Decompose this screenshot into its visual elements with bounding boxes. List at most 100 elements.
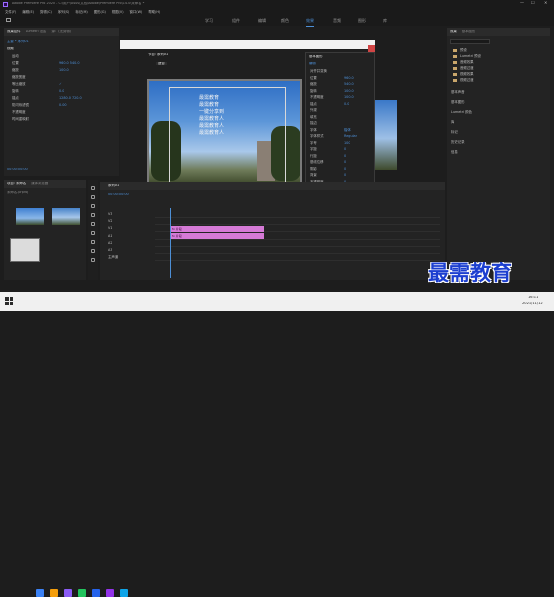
taskbar-app-icon[interactable] [50,589,58,597]
taskbar-app-icon[interactable] [64,589,72,597]
side-panel-item[interactable]: Lumetri 颜色 [451,110,472,115]
eg-row-value[interactable]: 0 [344,167,346,172]
tool-icon[interactable] [91,240,95,244]
menu-item[interactable]: 窗口(W) [130,9,143,14]
effect-row-label: 运动 [12,54,19,58]
effects-tree-item[interactable]: 音频过渡 [460,66,474,71]
media-thumb-2[interactable] [52,208,80,225]
effects-tree-item[interactable]: 音频效果 [460,60,474,65]
tool-icon[interactable] [91,213,95,217]
eg-tab[interactable]: 编辑 [309,62,316,65]
side-panel-item[interactable]: 库 [451,120,454,125]
eg-row-value[interactable]: Regular [344,134,357,139]
media-thumb-3[interactable] [10,238,40,262]
menu-item[interactable]: 标记(M) [75,9,87,14]
eg-close-button[interactable] [368,45,375,52]
taskbar-app-icon[interactable] [92,589,100,597]
effect-row-value[interactable]: 1280.0 720.0 [59,96,82,101]
effect-row-label: 等比缩放 [12,82,26,86]
eg-row-value[interactable]: 0 [344,173,346,178]
eg-row-value[interactable]: 100.0 [344,95,354,100]
playhead[interactable] [170,208,171,278]
panel-tab[interactable]: 效果 [450,30,457,33]
fit-dropdown[interactable]: 适合 [156,62,167,66]
tool-icon[interactable] [91,195,95,199]
close-icon[interactable]: ✕ [544,1,547,5]
workspace-tab[interactable]: 效果 [306,15,314,27]
workspace-tab[interactable]: 音频 [333,15,341,26]
panel-tab[interactable]: Lumetri 范围 [26,30,47,33]
effects-tree-item[interactable]: 视频过渡 [460,78,474,83]
workspace-tab[interactable]: 图形 [358,15,366,26]
side-panel-item[interactable]: 基本声音 [451,90,465,95]
track-header[interactable]: V1 [108,226,112,231]
clip-v1[interactable]: fx 片段 [170,233,264,239]
side-panel-item[interactable]: 标记 [451,130,458,135]
workspace-tab[interactable]: 编辑 [258,15,266,26]
eg-row-label: 阴影 [310,166,317,171]
eg-row-value[interactable]: 960.0 [344,76,354,81]
eg-row-value[interactable]: 100 [344,141,350,146]
menu-bar: 文件(F) 编辑(E) 剪辑(C) 序列(S) 标记(M) 图形(G) 视图(V) 窗口(W)… [0,8,554,15]
eg-row-value[interactable]: 0.0 [344,102,349,107]
panel-tab[interactable]: 效果控件 [7,30,21,33]
effect-row-value[interactable]: 0.00 [59,103,67,108]
workspace-tab[interactable]: 颜色 [281,15,289,26]
track-header[interactable]: A3 [108,248,112,253]
panel-tab[interactable]: 基本图形 [462,30,476,33]
media-thumb-1[interactable] [16,208,44,225]
workspace-tab[interactable]: 库 [383,15,387,26]
eg-row-value[interactable]: 0 [344,147,346,152]
folder-icon [453,55,457,58]
eg-row-value[interactable]: 0 [344,160,346,165]
effect-row-value[interactable]: 100.0 [59,68,69,73]
side-panel-item[interactable]: 基本图形 [451,100,465,105]
menu-item[interactable]: 剪辑(C) [40,9,52,14]
panel-tab[interactable]: 媒体浏览器 [31,182,48,185]
taskbar-app-icon[interactable] [106,589,114,597]
home-icon[interactable] [6,18,11,22]
side-panel-item[interactable]: 信息 [451,150,458,155]
panel-tab[interactable]: 项目: 未命名 [7,182,26,185]
tool-icon[interactable] [91,222,95,226]
effects-tree-item[interactable]: 预设 [460,48,467,53]
track-header[interactable]: V3 [108,212,112,217]
track-header[interactable]: 主声道 [108,255,118,260]
tool-icon[interactable] [91,258,95,262]
clip-v2[interactable]: fx 片段 [170,226,264,232]
eg-row-value[interactable]: 100.0 [344,89,354,94]
menu-item[interactable]: 帮助(H) [148,9,160,14]
eg-row-value[interactable]: 0 [344,154,346,159]
tool-icon[interactable] [91,249,95,253]
taskbar-app-icon[interactable] [78,589,86,597]
taskbar-app-icon[interactable] [120,589,128,597]
taskbar-app-icon[interactable] [36,589,44,597]
track-header[interactable]: A1 [108,234,112,239]
windows-start-icon[interactable] [5,297,13,305]
tool-icon[interactable] [91,231,95,235]
side-panel-item[interactable]: 历史记录 [451,140,465,145]
minimize-icon[interactable]: — [520,1,524,5]
effects-tree-item[interactable]: 视频效果 [460,72,474,77]
track-header[interactable]: A2 [108,241,112,246]
maximize-icon[interactable]: ☐ [531,1,535,5]
menu-item[interactable]: 文件(F) [5,9,16,14]
eg-row-value[interactable]: 540.0 [344,82,354,87]
workspace-tab[interactable]: 组件 [232,15,240,26]
menu-item[interactable]: 编辑(E) [22,9,34,14]
effect-row-value[interactable]: 0.0 [59,89,64,94]
menu-item[interactable]: 序列(S) [58,9,70,14]
effects-tree-item[interactable]: Lumetri 预设 [460,54,481,59]
menu-item[interactable]: 图形(G) [94,9,106,14]
effect-row-value[interactable]: ✓ [59,82,62,87]
tool-icon[interactable] [91,204,95,208]
menu-item[interactable]: 视图(V) [112,9,124,14]
track-header[interactable]: V2 [108,219,112,224]
eg-row-label: 缩放 [310,82,317,86]
effects-search[interactable] [450,39,490,44]
tool-icon[interactable] [91,186,95,190]
panel-tab[interactable]: 源：(无剪辑) [51,30,71,33]
effect-row-value[interactable]: 960.0 540.0 [59,61,80,66]
eg-row-value[interactable]: 楷体 [344,128,351,133]
workspace-tab[interactable]: 学习 [205,15,213,26]
